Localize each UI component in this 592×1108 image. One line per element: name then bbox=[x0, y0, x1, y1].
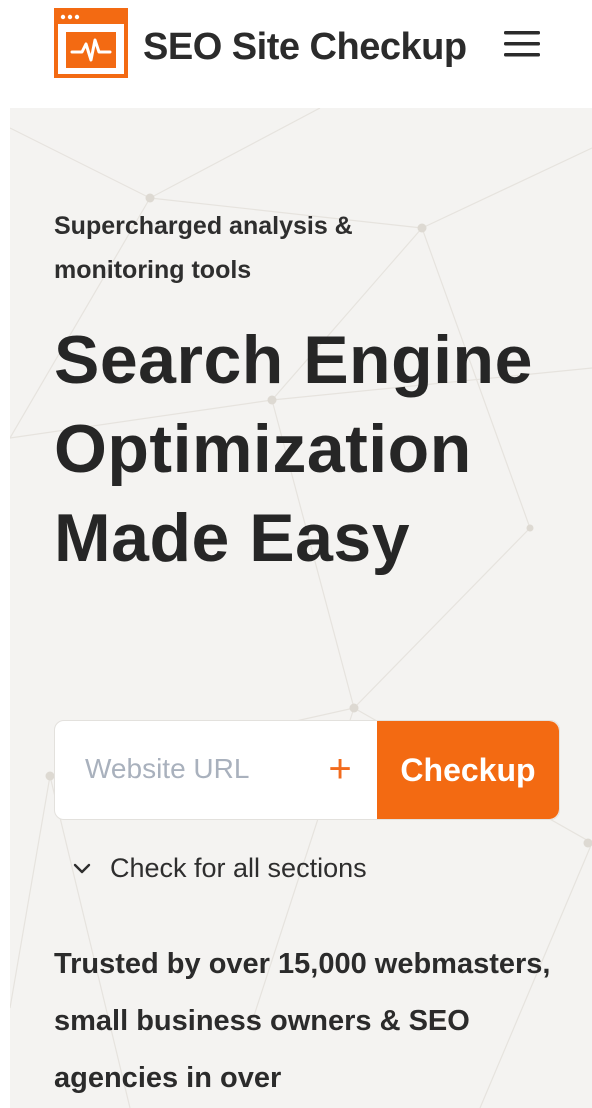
website-url-input[interactable] bbox=[55, 721, 335, 817]
hero-section: Supercharged analysis & monitoring tools… bbox=[10, 108, 592, 1108]
checkup-button[interactable]: Checkup bbox=[377, 721, 559, 819]
trusted-by-text: Trusted by over 15,000 webmasters, small… bbox=[54, 948, 551, 1094]
url-search-form: + Checkup bbox=[54, 720, 560, 820]
check-all-sections-toggle[interactable]: Check for all sections bbox=[70, 850, 367, 886]
chevron-down-icon bbox=[73, 863, 91, 874]
site-header: SEO Site Checkup bbox=[0, 0, 592, 108]
hero-kicker: Supercharged analysis & monitoring tools bbox=[54, 212, 353, 284]
browser-pulse-logo-icon[interactable] bbox=[54, 8, 128, 78]
page: SEO Site Checkup Supercharged analysis &… bbox=[0, 0, 592, 1108]
plus-icon[interactable]: + bbox=[325, 745, 355, 793]
hamburger-menu-icon[interactable] bbox=[500, 27, 544, 61]
sections-toggle-label: Check for all sections bbox=[110, 852, 367, 883]
hero-headline: Search Engine Optimization Made Easy bbox=[54, 322, 533, 576]
brand-name[interactable]: SEO Site Checkup bbox=[143, 26, 467, 69]
